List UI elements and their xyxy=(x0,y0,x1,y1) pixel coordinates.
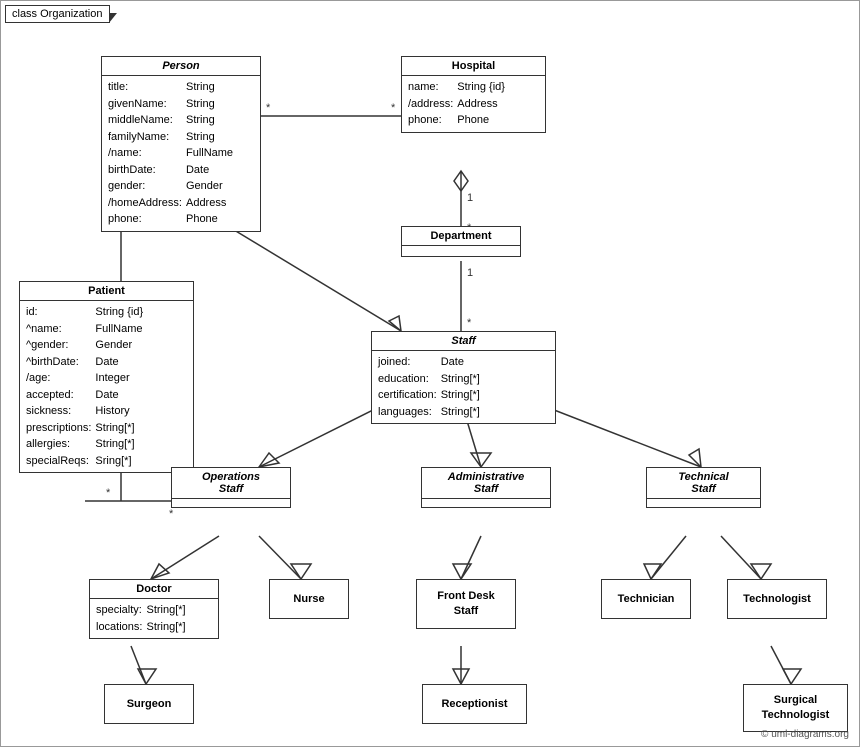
doctor-header: Doctor xyxy=(90,580,218,599)
surgeon-class: Surgeon xyxy=(104,684,194,724)
receptionist-class: Receptionist xyxy=(422,684,527,724)
staff-class: Staff joined:Date education:String[*] ce… xyxy=(371,331,556,424)
department-body xyxy=(402,246,520,256)
technologist-label: Technologist xyxy=(743,593,811,605)
technical-staff-class: Technical Staff xyxy=(646,467,761,508)
hospital-header: Hospital xyxy=(402,57,545,76)
operations-staff-class: Operations Staff xyxy=(171,467,291,508)
hospital-body: name:String {id} /address:Address phone:… xyxy=(402,76,545,132)
department-class: Department xyxy=(401,226,521,257)
technician-label: Technician xyxy=(618,593,675,605)
nurse-label: Nurse xyxy=(293,593,324,605)
technical-staff-header: Technical Staff xyxy=(647,468,760,499)
patient-class: Patient id:String {id} ^name:FullName ^g… xyxy=(19,281,194,473)
surgical-technologist-label: Surgical Technologist xyxy=(762,693,830,724)
svg-text:*: * xyxy=(169,508,174,520)
staff-header: Staff xyxy=(372,332,555,351)
svg-text:1: 1 xyxy=(467,267,473,279)
doctor-body: specialty:String[*] locations:String[*] xyxy=(90,599,218,638)
svg-text:*: * xyxy=(391,102,396,114)
front-desk-label: Front Desk Staff xyxy=(437,589,494,620)
copyright: © uml-diagrams.org xyxy=(761,729,849,740)
svg-text:*: * xyxy=(106,487,111,499)
administrative-staff-header: Administrative Staff xyxy=(422,468,550,499)
person-class: Person title:String givenName:String mid… xyxy=(101,56,261,232)
surgical-technologist-class: Surgical Technologist xyxy=(743,684,848,732)
hospital-class: Hospital name:String {id} /address:Addre… xyxy=(401,56,546,133)
surgeon-label: Surgeon xyxy=(127,698,172,710)
front-desk-staff-class: Front Desk Staff xyxy=(416,579,516,629)
doctor-class: Doctor specialty:String[*] locations:Str… xyxy=(89,579,219,639)
nurse-class: Nurse xyxy=(269,579,349,619)
svg-text:*: * xyxy=(266,102,271,114)
frame-label: class Organization xyxy=(5,5,110,23)
technologist-class: Technologist xyxy=(727,579,827,619)
receptionist-label: Receptionist xyxy=(441,698,507,710)
staff-body: joined:Date education:String[*] certific… xyxy=(372,351,555,423)
technician-class: Technician xyxy=(601,579,691,619)
person-header: Person xyxy=(102,57,260,76)
svg-text:*: * xyxy=(467,317,472,329)
operations-staff-header: Operations Staff xyxy=(172,468,290,499)
technical-staff-body xyxy=(647,499,760,507)
diagram-container: class Organization * * 1 * 1 * * * xyxy=(0,0,860,747)
operations-staff-body xyxy=(172,499,290,507)
administrative-staff-class: Administrative Staff xyxy=(421,467,551,508)
patient-header: Patient xyxy=(20,282,193,301)
person-body: title:String givenName:String middleName… xyxy=(102,76,260,231)
department-header: Department xyxy=(402,227,520,246)
patient-body: id:String {id} ^name:FullName ^gender:Ge… xyxy=(20,301,193,472)
administrative-staff-body xyxy=(422,499,550,507)
svg-text:1: 1 xyxy=(467,192,473,204)
